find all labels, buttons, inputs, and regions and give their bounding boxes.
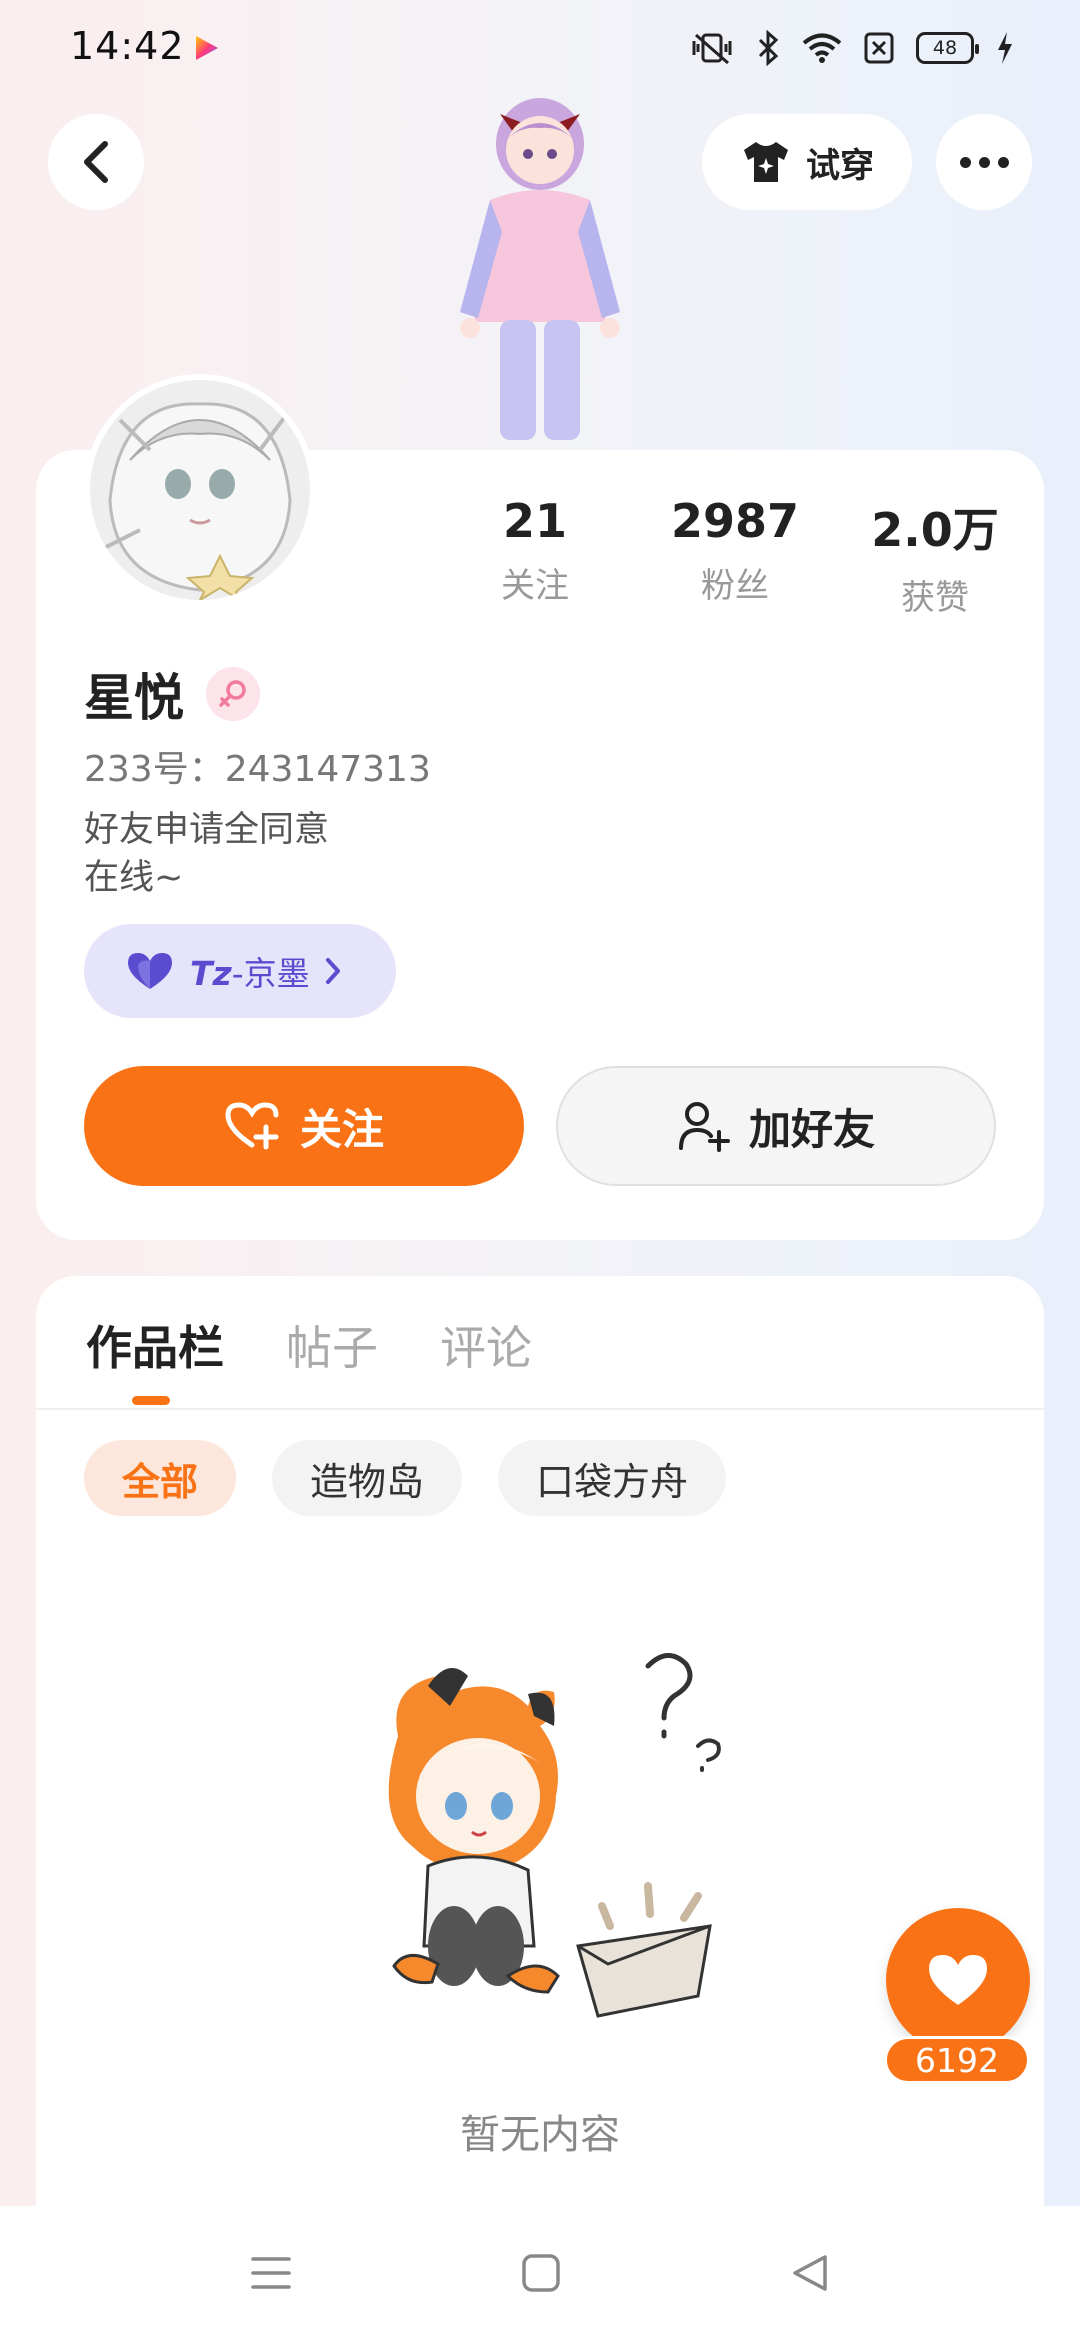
stat-following[interactable]: 21 关注 — [440, 494, 630, 619]
more-dot-icon — [997, 156, 1009, 168]
tshirt-sparkle-icon — [744, 142, 788, 182]
battery-level: 48 — [932, 37, 958, 59]
content-tabs: 作品栏 帖子 评论 — [86, 1312, 532, 1378]
stat-label: 粉丝 — [701, 566, 769, 606]
bio-line: 好友申请全同意 — [84, 810, 330, 850]
name-row: 星悦 — [84, 658, 260, 730]
avatar-image — [90, 380, 310, 600]
empty-state-illustration — [388, 1653, 721, 2018]
tab-posts[interactable]: 帖子 — [286, 1312, 378, 1378]
status-time: 14:42 — [70, 24, 185, 68]
chevron-right-icon — [325, 958, 340, 984]
sim-off-icon — [864, 32, 894, 64]
charging-icon — [998, 32, 1012, 64]
home-icon[interactable] — [521, 2253, 561, 2293]
heart-plus-icon — [225, 1102, 279, 1150]
try-on-label: 试穿 — [806, 145, 874, 186]
battery-icon: 48 — [916, 32, 979, 64]
add-user-icon — [678, 1102, 730, 1152]
guild-name: -京墨 — [231, 954, 310, 993]
profile-avatar[interactable] — [84, 374, 316, 606]
more-button[interactable] — [936, 114, 1032, 210]
heart-icon — [128, 953, 172, 989]
system-nav-bar — [0, 2206, 1080, 2340]
tabs-divider — [36, 1408, 1044, 1410]
profile-stats: 21 关注 2987 粉丝 2.0万 获赞 — [440, 494, 1030, 619]
stat-likes[interactable]: 2.0万 获赞 — [840, 494, 1030, 619]
tab-works[interactable]: 作品栏 — [86, 1312, 224, 1378]
back-triangle-icon[interactable] — [791, 2253, 829, 2293]
status-icons: 48 — [690, 28, 1014, 68]
add-friend-label: 加好友 — [748, 1104, 875, 1154]
floating-like-button[interactable] — [886, 1908, 1030, 2052]
empty-state-text: 暂无内容 — [460, 2112, 620, 2158]
bio-line: 在线~ — [84, 858, 184, 898]
try-on-button[interactable]: 试穿 — [702, 114, 912, 210]
user-name: 星悦 — [84, 669, 184, 727]
more-dot-icon — [959, 156, 971, 168]
follow-label: 关注 — [299, 1104, 384, 1154]
stat-value: 2.0万 — [871, 503, 999, 557]
tab-comments[interactable]: 评论 — [440, 1312, 532, 1378]
filter-creation-island[interactable]: 造物岛 — [272, 1440, 463, 1516]
follow-button[interactable]: 关注 — [84, 1066, 524, 1186]
back-button[interactable] — [48, 114, 144, 210]
stat-label: 获赞 — [901, 578, 969, 618]
bluetooth-icon — [758, 30, 779, 66]
more-dot-icon — [978, 156, 990, 168]
female-gender-icon — [206, 667, 260, 721]
user-bio: 好友申请全同意 在线~ — [84, 806, 329, 902]
works-card: 作品栏 帖子 评论 全部 造物岛 口袋方舟 暂无内容 — [36, 1276, 1044, 2276]
menu-icon[interactable] — [251, 2255, 291, 2291]
avatar-character-image[interactable] — [430, 92, 650, 452]
wifi-icon — [802, 33, 842, 63]
tab-indicator — [132, 1396, 170, 1405]
guild-pill[interactable]: Tz-京墨 — [84, 924, 396, 1018]
guild-prefix: Tz — [190, 954, 232, 993]
floating-like-count: 6192 — [884, 2036, 1030, 2084]
stat-value: 21 — [502, 494, 567, 548]
filter-pocket-ark[interactable]: 口袋方舟 — [498, 1440, 727, 1516]
status-bar: 14:42 48 — [0, 0, 1080, 96]
stat-label: 关注 — [501, 566, 569, 606]
heart-icon — [929, 1955, 987, 2005]
stat-value: 2987 — [670, 494, 800, 548]
user-id: 233号：243147313 — [84, 749, 431, 790]
filter-chips: 全部 造物岛 口袋方舟 — [84, 1440, 727, 1516]
app-logo-icon — [196, 36, 218, 60]
chevron-left-icon — [84, 141, 108, 183]
filter-all[interactable]: 全部 — [84, 1440, 237, 1516]
stat-followers[interactable]: 2987 粉丝 — [640, 494, 830, 619]
add-friend-button[interactable]: 加好友 — [556, 1066, 996, 1186]
vibrate-off-icon — [692, 33, 732, 65]
